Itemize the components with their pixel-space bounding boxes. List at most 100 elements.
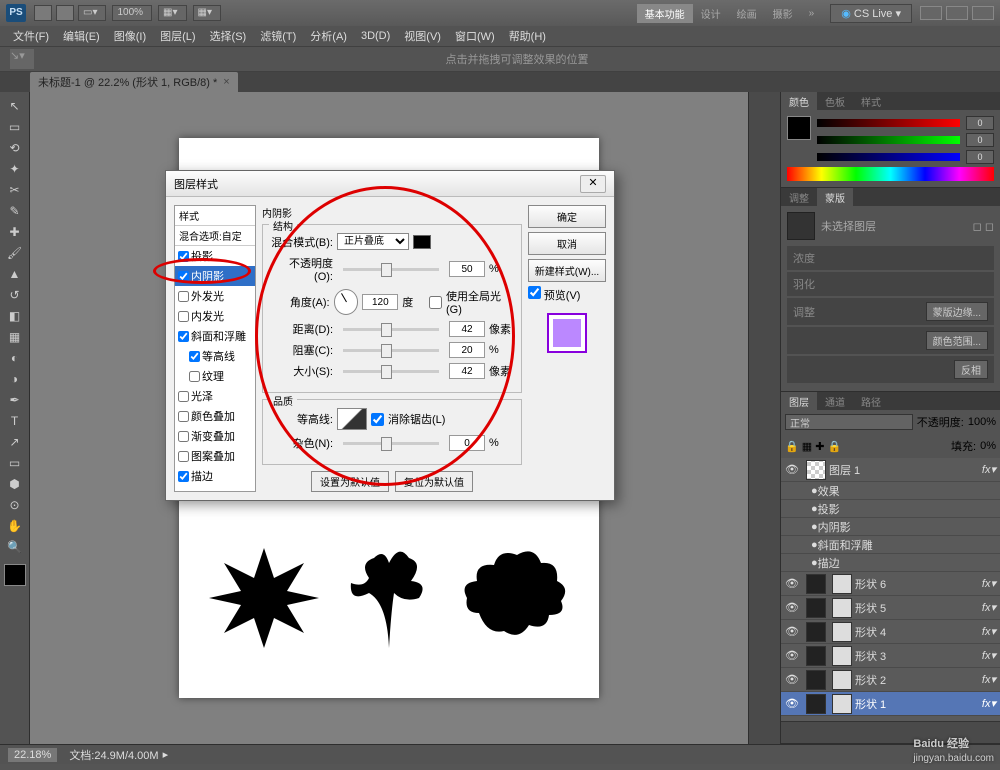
zoom-select[interactable]: 100%	[112, 5, 152, 21]
status-zoom[interactable]: 22.18%	[8, 748, 57, 762]
history-brush-tool[interactable]: ↺	[3, 285, 27, 305]
color-spectrum[interactable]	[787, 167, 994, 181]
menu-filter[interactable]: 滤镜(T)	[253, 28, 303, 44]
angle-dial[interactable]	[334, 289, 359, 315]
panel-tab-channels[interactable]: 通道	[817, 392, 853, 410]
heal-tool[interactable]: ✚	[3, 222, 27, 242]
style-checkbox[interactable]	[178, 311, 189, 322]
panel-tab-layers[interactable]: 图层	[781, 392, 817, 410]
panel-tab-adjust[interactable]: 调整	[781, 188, 817, 206]
eye-icon[interactable]: 👁	[781, 463, 803, 476]
style-item[interactable]: 渐变叠加	[175, 426, 255, 446]
minimize-icon[interactable]	[920, 6, 942, 20]
color-range-btn[interactable]: 颜色范围...	[926, 331, 988, 350]
close-icon[interactable]	[972, 6, 994, 20]
fg-color[interactable]	[787, 116, 811, 140]
angle-input[interactable]	[362, 294, 398, 310]
shadow-color-swatch[interactable]	[413, 235, 431, 249]
size-input[interactable]	[449, 363, 485, 379]
g-slider[interactable]	[817, 136, 960, 144]
eraser-tool[interactable]: ◧	[3, 306, 27, 326]
style-checkbox[interactable]	[178, 471, 189, 482]
style-checkbox[interactable]	[178, 391, 189, 402]
style-item[interactable]: 图案叠加	[175, 446, 255, 466]
color-swatch[interactable]	[4, 564, 26, 586]
menu-image[interactable]: 图像(I)	[107, 28, 153, 44]
bridge-icon[interactable]	[34, 5, 52, 21]
gradient-tool[interactable]: ▦	[3, 327, 27, 347]
menu-window[interactable]: 窗口(W)	[448, 28, 502, 44]
noise-input[interactable]	[449, 435, 485, 451]
menu-select[interactable]: 选择(S)	[203, 28, 254, 44]
choke-input[interactable]	[449, 342, 485, 358]
3d-cam-tool[interactable]: ⊙	[3, 495, 27, 515]
minibridge-icon[interactable]	[56, 5, 74, 21]
menu-file[interactable]: 文件(F)	[6, 28, 56, 44]
ok-button[interactable]: 确定	[528, 205, 606, 228]
style-checkbox[interactable]	[178, 291, 189, 302]
document-tab[interactable]: 未标题-1 @ 22.2% (形状 1, RGB/8) *×	[30, 72, 238, 92]
wand-tool[interactable]: ✦	[3, 159, 27, 179]
panel-tab-swatch[interactable]: 色板	[817, 92, 853, 110]
size-slider[interactable]	[343, 370, 439, 373]
new-style-button[interactable]: 新建样式(W)...	[528, 259, 606, 282]
zoom-tool[interactable]: 🔍	[3, 537, 27, 557]
style-item[interactable]: 外发光	[175, 286, 255, 306]
maximize-icon[interactable]	[946, 6, 968, 20]
current-tool-icon[interactable]: ↘▾	[10, 49, 34, 69]
style-item[interactable]: 等高线	[175, 346, 255, 366]
fill-value[interactable]: 0%	[980, 440, 996, 452]
style-checkbox[interactable]	[189, 351, 200, 362]
screen-mode-btn[interactable]: ▭▾	[78, 5, 106, 21]
style-item[interactable]: 斜面和浮雕	[175, 326, 255, 346]
workspace-tab-photo[interactable]: 摄影	[765, 4, 801, 23]
noise-slider[interactable]	[343, 442, 439, 445]
menu-3d[interactable]: 3D(D)	[354, 30, 397, 42]
style-item[interactable]: 描边	[175, 466, 255, 486]
extras-btn[interactable]: ▦▾	[193, 5, 221, 21]
blend-mode-select[interactable]: 正常	[785, 414, 913, 430]
blend-options[interactable]: 混合选项:自定	[175, 226, 255, 246]
workspace-tab-design[interactable]: 设计	[693, 4, 729, 23]
antialiased-check[interactable]	[371, 413, 384, 426]
cslive-button[interactable]: ◉ CS Live ▾	[830, 4, 912, 23]
style-item[interactable]: 纹理	[175, 366, 255, 386]
style-item[interactable]: 投影	[175, 246, 255, 266]
choke-slider[interactable]	[343, 349, 439, 352]
style-item[interactable]: 光泽	[175, 386, 255, 406]
style-checkbox[interactable]	[178, 451, 189, 462]
style-checkbox[interactable]	[178, 411, 189, 422]
panel-tab-mask[interactable]: 蒙版	[817, 188, 853, 206]
brush-tool[interactable]: 🖌	[3, 243, 27, 263]
r-value[interactable]: 0	[966, 116, 994, 130]
path-tool[interactable]: ↗	[3, 432, 27, 452]
tab-close-icon[interactable]: ×	[223, 76, 229, 88]
style-item[interactable]: 内阴影	[175, 266, 255, 286]
style-header[interactable]: 样式	[175, 206, 255, 226]
3d-tool[interactable]: ⬢	[3, 474, 27, 494]
opacity-value[interactable]: 100%	[968, 416, 996, 428]
style-checkbox[interactable]	[189, 371, 200, 382]
panel-tab-paths[interactable]: 路径	[853, 392, 889, 410]
arrange-btn[interactable]: ▦▾	[158, 5, 186, 21]
crop-tool[interactable]: ✂	[3, 180, 27, 200]
marquee-tool[interactable]: ▭	[3, 117, 27, 137]
lasso-tool[interactable]: ⟲	[3, 138, 27, 158]
shape-tool[interactable]: ▭	[3, 453, 27, 473]
contour-picker[interactable]	[337, 408, 367, 430]
layer-list[interactable]: 👁图层 1fx▾ ● 效果 ● 投影 ● 内阴影 ● 斜面和浮雕 ● 描边 👁形…	[781, 458, 1000, 721]
style-item[interactable]: 内发光	[175, 306, 255, 326]
g-value[interactable]: 0	[966, 133, 994, 147]
menu-layer[interactable]: 图层(L)	[153, 28, 202, 44]
blend-mode-combo[interactable]: 正片叠底	[337, 233, 409, 250]
style-checkbox[interactable]	[178, 271, 189, 282]
distance-input[interactable]	[449, 321, 485, 337]
menu-analysis[interactable]: 分析(A)	[303, 28, 354, 44]
type-tool[interactable]: T	[3, 411, 27, 431]
reset-default-btn[interactable]: 复位为默认值	[395, 471, 473, 492]
b-value[interactable]: 0	[966, 150, 994, 164]
style-item[interactable]: 颜色叠加	[175, 406, 255, 426]
stamp-tool[interactable]: ▲	[3, 264, 27, 284]
move-tool[interactable]: ↖	[3, 96, 27, 116]
panel-tab-color[interactable]: 颜色	[781, 92, 817, 110]
